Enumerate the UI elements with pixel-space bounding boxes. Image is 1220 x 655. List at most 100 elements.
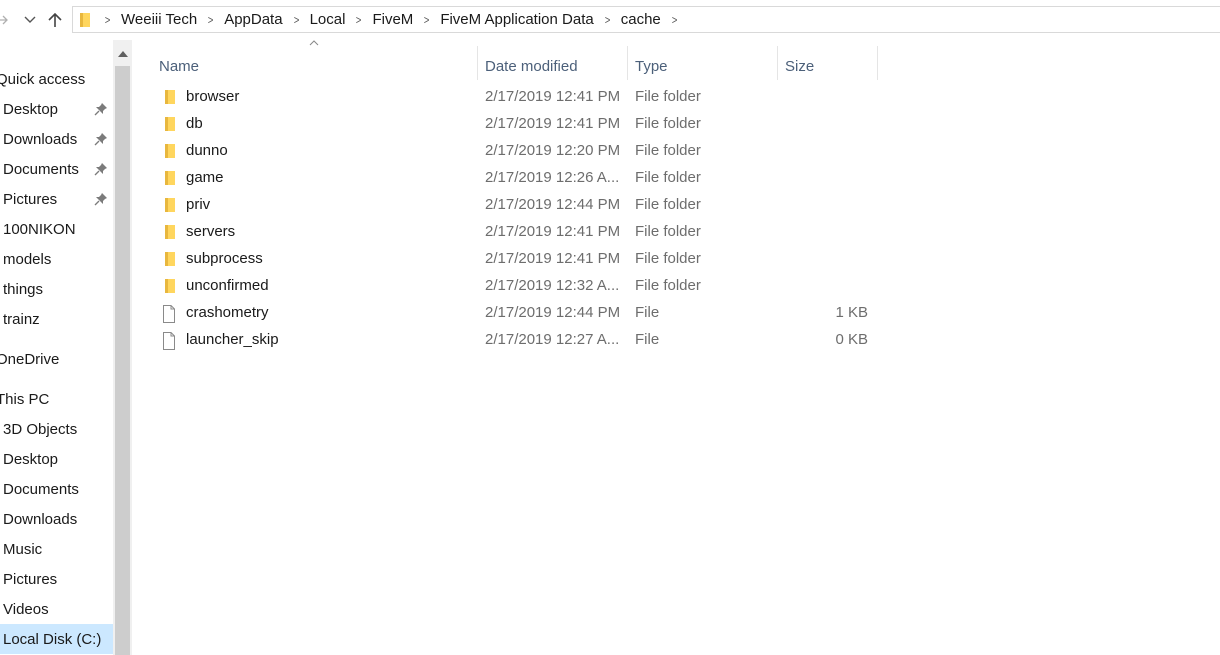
file-name: launcher_skip	[186, 331, 279, 348]
column-header-name[interactable]: Name	[159, 46, 477, 86]
forward-button[interactable]	[0, 8, 10, 32]
address-bar[interactable]: > Weeiii Tech > AppData > Local > FiveM > FiveM A…	[72, 6, 1220, 33]
sidebar-item-label: Desktop	[3, 450, 59, 468]
file-name: game	[186, 169, 224, 186]
file-type: File	[635, 331, 660, 348]
file-type: File	[635, 304, 660, 321]
sidebar-item-label: Quick access	[0, 70, 86, 88]
sidebar-item-label: Music	[3, 540, 43, 558]
sidebar-item-things[interactable]: things	[0, 274, 113, 304]
sidebar-item-this-pc[interactable]: This PC	[0, 384, 113, 414]
breadcrumb-segment[interactable]: > Local	[283, 11, 345, 28]
file-type: File folder	[635, 142, 701, 159]
sidebar-item-local-disk-c[interactable]: Local Disk (C:)	[0, 624, 113, 654]
breadcrumb-label: cache	[620, 11, 661, 28]
file-row[interactable]: launcher_skip 2/17/2019 12:27 A... File 0 K…	[152, 327, 882, 354]
sidebar-item-label: Pictures	[3, 190, 58, 208]
breadcrumb-label: FiveM	[372, 11, 414, 28]
chevron-right-icon[interactable]: >	[356, 13, 362, 27]
file-name: db	[186, 115, 203, 132]
sidebar-item-models[interactable]: models	[0, 244, 113, 274]
scroll-thumb[interactable]	[115, 66, 130, 655]
scroll-up-button[interactable]	[113, 44, 132, 64]
chevron-right-icon[interactable]: >	[604, 13, 610, 27]
file-date-modified: 2/17/2019 12:44 PM	[485, 196, 621, 213]
breadcrumb-segment[interactable]: > FiveM	[345, 11, 413, 28]
file-name: priv	[186, 196, 211, 213]
file-size: 1 KB	[835, 304, 868, 321]
file-row[interactable]: game 2/17/2019 12:26 A... File folder	[152, 165, 882, 192]
pin-icon	[94, 133, 107, 146]
sidebar-item-label: OneDrive	[0, 350, 60, 368]
column-divider[interactable]	[877, 46, 878, 80]
column-size-label: Size	[785, 57, 815, 75]
column-header-type[interactable]: Type	[635, 46, 777, 86]
sidebar-item-trainz[interactable]: trainz	[0, 304, 113, 334]
sidebar-item-documents[interactable]: Documents	[0, 154, 113, 184]
file-date-modified: 2/17/2019 12:41 PM	[485, 250, 621, 267]
file-row[interactable]: priv 2/17/2019 12:44 PM File folder	[152, 192, 882, 219]
chevron-right-icon[interactable]: >	[671, 13, 677, 27]
folder-icon	[165, 117, 175, 131]
up-button[interactable]	[46, 8, 64, 32]
file-icon	[163, 332, 175, 350]
file-row[interactable]: browser 2/17/2019 12:41 PM File folder	[152, 84, 882, 111]
breadcrumb-tail[interactable]: >	[661, 13, 688, 27]
file-row[interactable]: crashometry 2/17/2019 12:44 PM File 1 KB	[152, 300, 882, 327]
sidebar-item-desktop[interactable]: Desktop	[0, 444, 113, 474]
up-arrow-icon	[48, 12, 62, 27]
sidebar-item-label: Downloads	[3, 510, 78, 528]
column-header-size[interactable]: Size	[785, 46, 877, 86]
breadcrumb-label: Weeiii Tech	[121, 11, 198, 28]
column-divider[interactable]	[627, 46, 628, 80]
sidebar-item-pictures[interactable]: Pictures	[0, 184, 113, 214]
breadcrumb-segment[interactable]: > FiveM Application Data	[413, 11, 594, 28]
sidebar-item-videos[interactable]: Videos	[0, 594, 113, 624]
column-header-date[interactable]: Date modified	[485, 46, 627, 86]
recent-locations-button[interactable]	[22, 8, 38, 32]
sidebar-item-quick-access[interactable]: Quick access	[0, 64, 113, 94]
file-type: File folder	[635, 250, 701, 267]
sidebar-item-label: Documents	[3, 480, 79, 498]
file-name: subprocess	[186, 250, 263, 267]
sidebar-item-desktop[interactable]: Desktop	[0, 94, 113, 124]
sidebar-item-music[interactable]: Music	[0, 534, 113, 564]
breadcrumb-segment[interactable]: > cache	[594, 11, 661, 28]
sidebar-item-100nikon[interactable]: 100NIKON	[0, 214, 113, 244]
sidebar-item-3d-objects[interactable]: 3D Objects	[0, 414, 113, 444]
file-icon	[163, 305, 175, 323]
navigation-pane: Quick access Desktop Downloads Documents Pic…	[0, 40, 113, 655]
chevron-right-icon[interactable]: >	[424, 13, 430, 27]
sidebar-item-label: Local Disk (C:)	[3, 630, 102, 648]
breadcrumb-label: FiveM Application Data	[440, 11, 594, 28]
sidebar-item-label: things	[3, 280, 44, 298]
file-name: servers	[186, 223, 236, 240]
sidebar-item-onedrive[interactable]: OneDrive	[0, 344, 113, 374]
sidebar-item-downloads[interactable]: Downloads	[0, 504, 113, 534]
file-date-modified: 2/17/2019 12:27 A...	[485, 331, 620, 348]
chevron-right-icon[interactable]: >	[208, 13, 214, 27]
sidebar-item-pictures[interactable]: Pictures	[0, 564, 113, 594]
column-divider[interactable]	[777, 46, 778, 80]
file-row[interactable]: dunno 2/17/2019 12:20 PM File folder	[152, 138, 882, 165]
breadcrumb-segment[interactable]: > AppData	[197, 11, 283, 28]
file-row[interactable]: servers 2/17/2019 12:41 PM File folder	[152, 219, 882, 246]
chevron-right-icon[interactable]: >	[293, 13, 299, 27]
navigation-scrollbar[interactable]	[113, 40, 132, 655]
folder-icon	[80, 12, 90, 27]
sidebar-item-documents[interactable]: Documents	[0, 474, 113, 504]
forward-arrow-icon	[0, 15, 8, 25]
sidebar-item-downloads[interactable]: Downloads	[0, 124, 113, 154]
file-date-modified: 2/17/2019 12:41 PM	[485, 223, 621, 240]
pin-icon	[94, 103, 107, 116]
file-name: dunno	[186, 142, 228, 159]
file-row[interactable]: subprocess 2/17/2019 12:41 PM File folder	[152, 246, 882, 273]
address-toolbar: > Weeiii Tech > AppData > Local > FiveM > FiveM A…	[0, 0, 1220, 40]
file-date-modified: 2/17/2019 12:26 A...	[485, 169, 620, 186]
file-row[interactable]: unconfirmed 2/17/2019 12:32 A... File fold…	[152, 273, 882, 300]
chevron-right-icon[interactable]: >	[105, 13, 111, 27]
column-divider[interactable]	[477, 46, 478, 80]
file-name: crashometry	[186, 304, 269, 321]
breadcrumb-segment[interactable]: > Weeiii Tech	[100, 11, 197, 28]
file-row[interactable]: db 2/17/2019 12:41 PM File folder	[152, 111, 882, 138]
